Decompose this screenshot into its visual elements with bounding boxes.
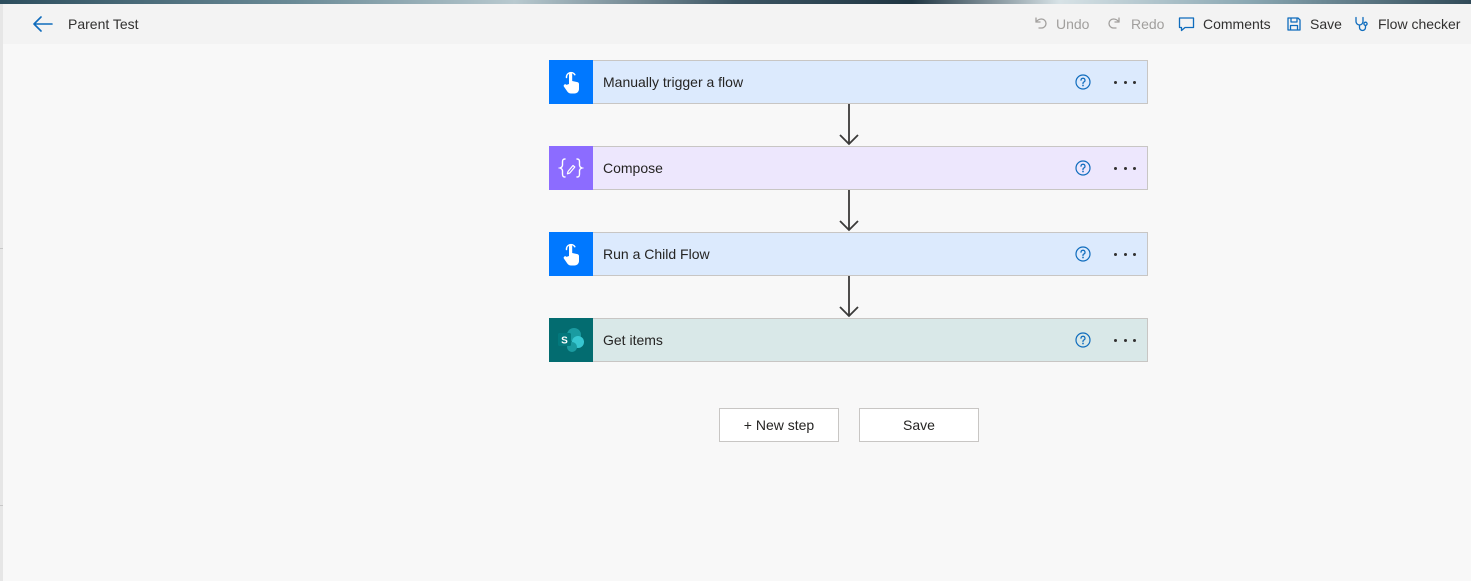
step-icon-box: S	[549, 317, 593, 362]
connector-arrow	[839, 276, 859, 318]
help-icon[interactable]	[1075, 74, 1091, 90]
step-card-manual-trigger[interactable]: Manually trigger a flow	[549, 59, 1148, 104]
step-title: Manually trigger a flow	[603, 74, 744, 90]
help-icon[interactable]	[1075, 332, 1091, 348]
command-bar: Parent Test Undo Redo Comments Save Flow…	[3, 4, 1471, 44]
step-card-get-items[interactable]: S Get items	[549, 317, 1148, 362]
undo-label: Undo	[1056, 16, 1090, 32]
step-icon-box	[549, 231, 593, 276]
more-options-button[interactable]	[1114, 331, 1136, 349]
help-icon[interactable]	[1075, 160, 1091, 176]
left-edge-divider	[0, 248, 3, 249]
redo-button[interactable]: Redo	[1107, 13, 1164, 35]
undo-button[interactable]: Undo	[1032, 13, 1089, 35]
step-title: Get items	[603, 332, 663, 348]
back-arrow-icon	[33, 16, 53, 32]
step-card-compose[interactable]: Compose	[549, 145, 1148, 190]
step-title: Compose	[603, 160, 663, 176]
save-command-button[interactable]: Save	[1286, 13, 1342, 35]
flow-checker-button[interactable]: Flow checker	[1353, 13, 1460, 35]
comments-label: Comments	[1203, 16, 1271, 32]
stethoscope-icon	[1355, 16, 1368, 31]
step-icon-box	[549, 59, 593, 104]
redo-label: Redo	[1131, 16, 1165, 32]
more-options-button[interactable]	[1114, 159, 1136, 177]
left-edge-panel	[0, 4, 3, 581]
more-options-button[interactable]	[1114, 73, 1136, 91]
comments-button[interactable]: Comments	[1178, 13, 1271, 35]
left-edge-divider	[0, 505, 3, 506]
step-card-run-child-flow[interactable]: Run a Child Flow	[549, 231, 1148, 276]
save-icon	[1287, 17, 1301, 31]
connector-arrow	[839, 104, 859, 146]
sharepoint-icon: S	[558, 327, 584, 352]
connector-arrow	[839, 190, 859, 232]
save-button[interactable]: Save	[859, 408, 979, 442]
touch-hand-icon	[563, 243, 579, 265]
flow-title: Parent Test	[68, 16, 139, 32]
back-button[interactable]	[31, 12, 55, 36]
flow-checker-label: Flow checker	[1378, 16, 1461, 32]
new-step-button[interactable]: + New step	[719, 408, 839, 442]
undo-icon	[1035, 17, 1047, 29]
more-options-button[interactable]	[1114, 245, 1136, 263]
step-title: Run a Child Flow	[603, 246, 710, 262]
comment-icon	[1178, 17, 1195, 32]
save-command-label: Save	[1310, 16, 1342, 32]
touch-hand-icon	[563, 71, 579, 93]
svg-text:S: S	[561, 335, 568, 346]
redo-icon	[1108, 17, 1120, 29]
compose-braces-icon	[558, 157, 584, 178]
help-icon[interactable]	[1075, 246, 1091, 262]
step-icon-box	[549, 145, 593, 190]
